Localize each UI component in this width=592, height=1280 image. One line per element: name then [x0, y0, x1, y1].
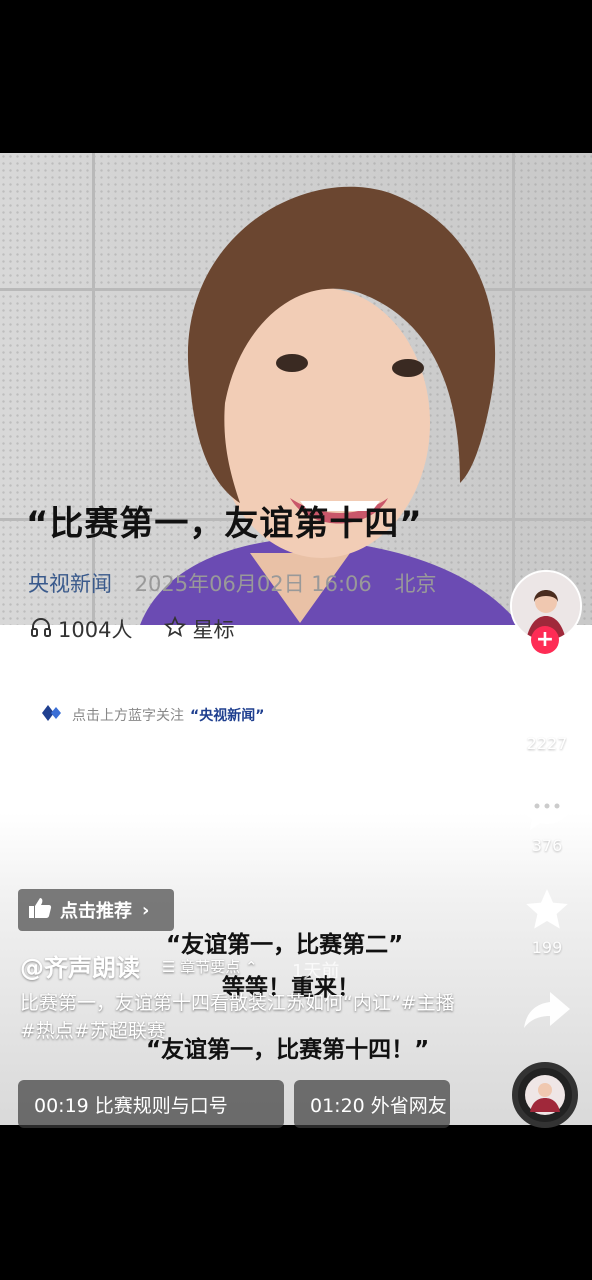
author-handle[interactable]: @齐声朗读	[20, 948, 140, 983]
comment-button[interactable]: 376	[502, 786, 592, 855]
share-button[interactable]	[502, 990, 592, 1034]
heart-icon	[522, 688, 572, 734]
presenter-photo	[0, 153, 592, 625]
music-disc[interactable]	[512, 1062, 578, 1128]
list-icon: ☰	[162, 958, 176, 976]
article-headline: “比赛第一，友谊第十四”	[26, 504, 423, 544]
comment-icon	[522, 788, 572, 836]
article-source[interactable]: 央视新闻	[28, 572, 112, 596]
article-date: 2025年06月02日 16:06	[134, 572, 372, 596]
like-count: 2227	[526, 734, 568, 753]
share-arrow-icon	[522, 992, 572, 1034]
chevron-up-icon: ⌃	[245, 958, 258, 976]
listener-count: 1004人	[58, 618, 133, 642]
article-meta: 央视新闻 2025年06月02日 16:06 北京	[28, 568, 436, 598]
recommend-label: 点击推荐	[60, 901, 132, 922]
headphones-icon	[30, 617, 52, 642]
quote-line-1: “友谊第一，比赛第二”	[166, 932, 404, 958]
chevron-right-icon: ›	[142, 899, 150, 921]
favorite-button[interactable]: 199	[502, 886, 592, 957]
article-location: 北京	[394, 572, 437, 596]
like-button[interactable]: 2227	[502, 686, 592, 753]
article-stats: 1004人 星标	[30, 614, 234, 644]
chapters-toggle[interactable]: ☰ 章节要点 ⌃	[162, 956, 258, 977]
follow-brand-text: “央视新闻”	[190, 708, 265, 724]
favorite-count: 199	[531, 938, 563, 957]
chapter-chip-2[interactable]: 01:20 外省网友	[294, 1080, 450, 1128]
thumbs-up-icon	[28, 897, 52, 924]
star-label[interactable]: 星标	[192, 614, 234, 644]
follow-plus-icon[interactable]: +	[531, 626, 559, 654]
comment-count: 376	[531, 836, 563, 855]
follow-hint-row: 点击上方蓝字关注 “央视新闻”	[42, 703, 264, 727]
post-time: 1天前	[292, 961, 340, 982]
cctv-logo-icon	[42, 703, 66, 727]
star-icon	[522, 889, 572, 938]
chapters-label: 章节要点	[180, 958, 241, 976]
chapter-chip-1[interactable]: 00:19 比赛规则与口号	[18, 1080, 284, 1128]
star-outline-icon[interactable]	[164, 615, 187, 643]
recommend-button[interactable]: 点击推荐 ›	[18, 889, 174, 931]
video-caption[interactable]: 比赛第一，友谊第十四看散装江苏如何“内讧”#主播#热点#苏超联赛	[20, 989, 460, 1045]
follow-hint-text: 点击上方蓝字关注	[72, 708, 184, 724]
